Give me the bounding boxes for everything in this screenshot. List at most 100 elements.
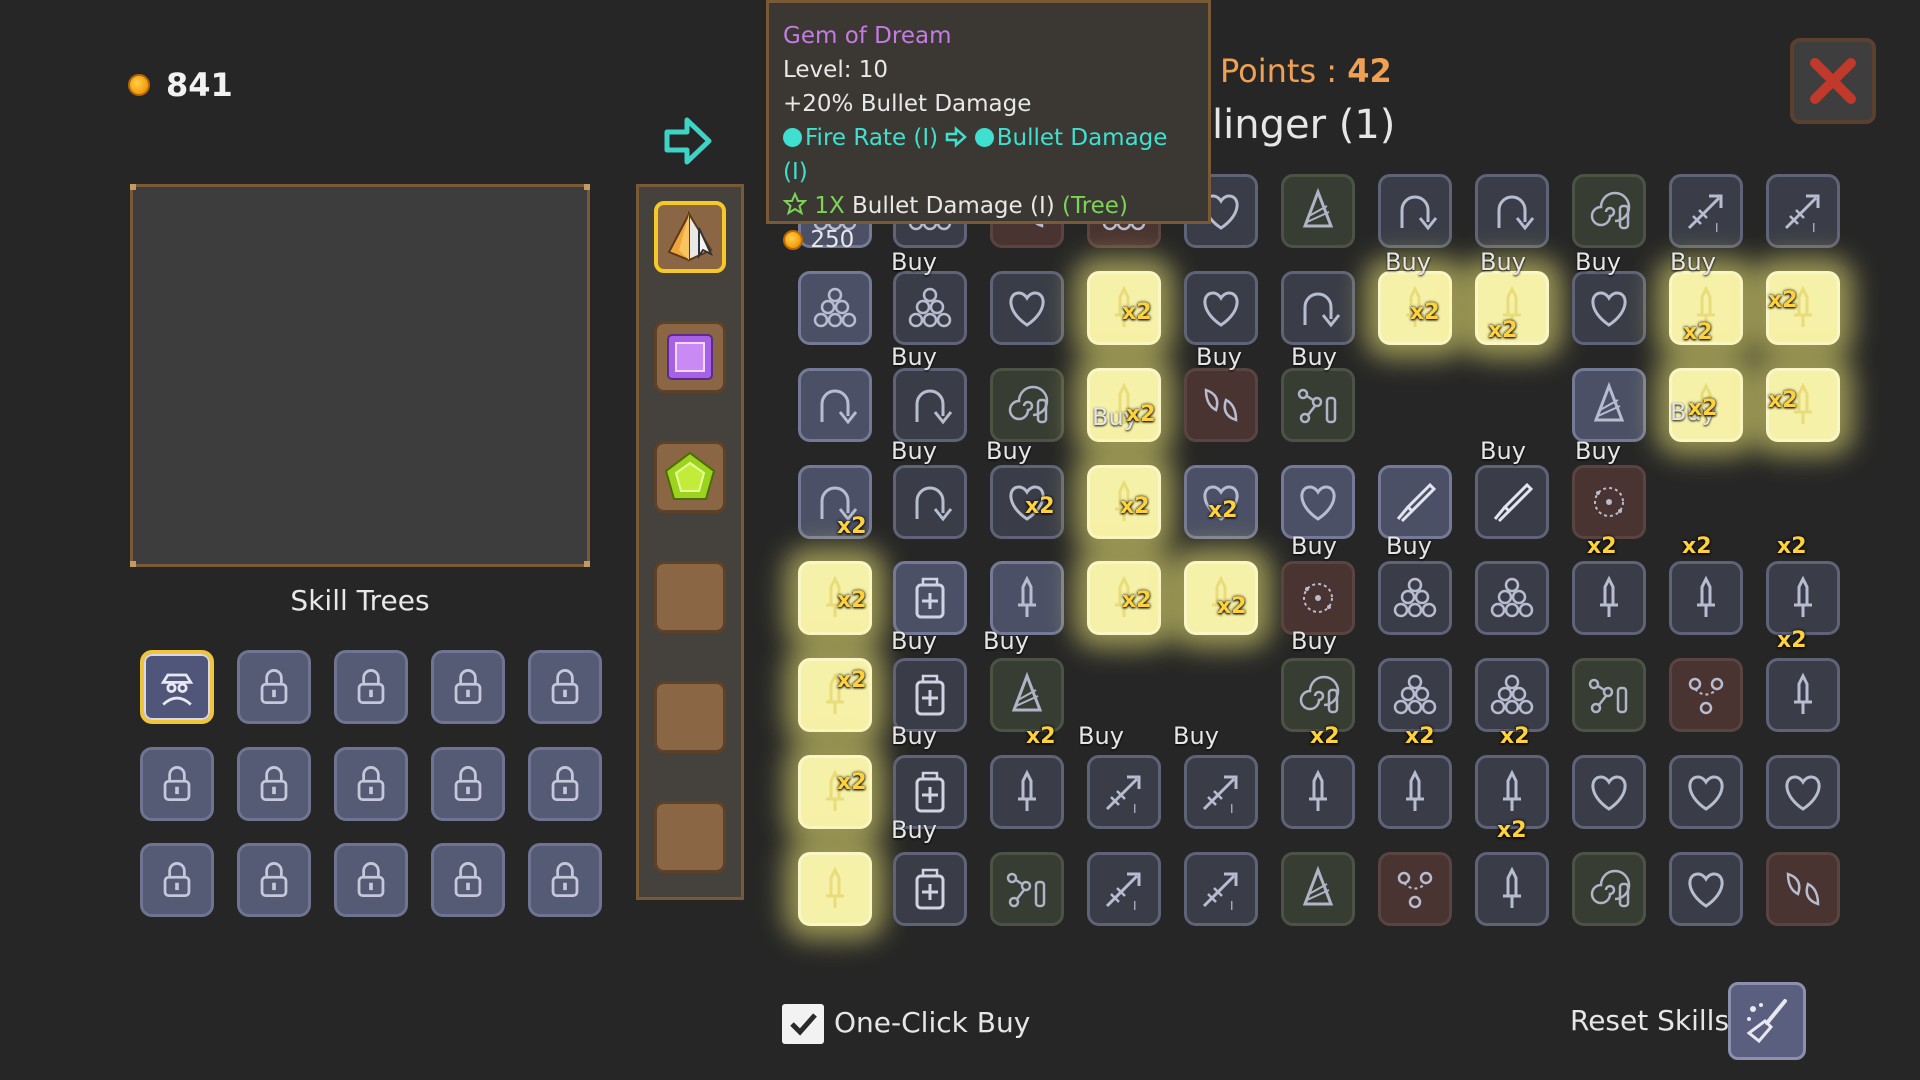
skill-node[interactable] bbox=[1184, 271, 1258, 345]
gem-slot-1[interactable] bbox=[654, 201, 726, 273]
skill-node[interactable] bbox=[1572, 465, 1646, 539]
gem-slot-3[interactable] bbox=[654, 441, 726, 513]
skill-tree-slot-locked[interactable] bbox=[334, 747, 408, 821]
skill-node[interactable] bbox=[990, 658, 1064, 732]
buy-label[interactable]: Buy bbox=[1269, 532, 1359, 560]
skill-node[interactable] bbox=[1475, 174, 1549, 248]
skill-node[interactable] bbox=[1766, 852, 1840, 926]
one-click-buy-checkbox[interactable] bbox=[782, 1004, 824, 1044]
skill-node[interactable] bbox=[1766, 658, 1840, 732]
skill-tree-slot-locked[interactable] bbox=[528, 747, 602, 821]
skill-node[interactable] bbox=[1184, 368, 1258, 442]
skill-node[interactable] bbox=[990, 271, 1064, 345]
skill-node[interactable] bbox=[893, 561, 967, 635]
skill-node[interactable]: I bbox=[1087, 755, 1161, 829]
skill-tree-slot-locked[interactable] bbox=[528, 843, 602, 917]
skill-node[interactable] bbox=[798, 368, 872, 442]
buy-label[interactable]: Buy bbox=[869, 437, 959, 465]
gem-slot-6[interactable] bbox=[654, 801, 726, 873]
buy-label[interactable]: Buy bbox=[1648, 248, 1738, 276]
skill-node[interactable] bbox=[893, 852, 967, 926]
skill-node[interactable] bbox=[1475, 465, 1549, 539]
skill-node[interactable] bbox=[1281, 658, 1355, 732]
skill-node[interactable] bbox=[798, 271, 872, 345]
skill-node[interactable]: I bbox=[1184, 755, 1258, 829]
skill-node[interactable] bbox=[1378, 755, 1452, 829]
skill-tree-slot-locked[interactable] bbox=[431, 747, 505, 821]
buy-label[interactable]: Buy bbox=[1151, 722, 1241, 750]
skill-node[interactable] bbox=[1572, 561, 1646, 635]
buy-label[interactable]: Buy bbox=[869, 627, 959, 655]
close-button[interactable] bbox=[1790, 38, 1876, 124]
skill-node[interactable] bbox=[1378, 561, 1452, 635]
skill-node[interactable] bbox=[1378, 174, 1452, 248]
buy-label[interactable]: Buy bbox=[1458, 437, 1548, 465]
skill-tree-slot-locked[interactable] bbox=[431, 650, 505, 724]
skill-node[interactable] bbox=[990, 852, 1064, 926]
buy-label[interactable]: Buy bbox=[1174, 343, 1264, 371]
reset-skills-button[interactable] bbox=[1728, 982, 1806, 1060]
buy-label[interactable]: Buy bbox=[1364, 532, 1454, 560]
skill-node[interactable] bbox=[893, 658, 967, 732]
skill-tree-slot-active[interactable] bbox=[140, 650, 214, 724]
skill-node[interactable] bbox=[1281, 271, 1355, 345]
skill-node[interactable] bbox=[1281, 561, 1355, 635]
buy-label[interactable]: Buy bbox=[1269, 343, 1359, 371]
skill-node[interactable] bbox=[1669, 852, 1743, 926]
buy-label[interactable]: Buy bbox=[869, 722, 959, 750]
buy-label[interactable]: Buy bbox=[869, 816, 959, 844]
buy-label[interactable]: Buy bbox=[1458, 248, 1548, 276]
skill-node[interactable] bbox=[798, 852, 872, 926]
skill-node[interactable] bbox=[990, 755, 1064, 829]
skill-node[interactable] bbox=[1572, 271, 1646, 345]
skill-node[interactable] bbox=[1475, 561, 1549, 635]
buy-label[interactable]: Buy bbox=[1269, 627, 1359, 655]
buy-label[interactable]: Buy bbox=[961, 627, 1051, 655]
skill-node[interactable] bbox=[1572, 174, 1646, 248]
skill-node[interactable] bbox=[893, 271, 967, 345]
skill-node[interactable] bbox=[1281, 465, 1355, 539]
buy-label[interactable]: Buy bbox=[1553, 248, 1643, 276]
buy-label[interactable]: Buy bbox=[1056, 722, 1146, 750]
skill-node[interactable] bbox=[1669, 755, 1743, 829]
buy-label[interactable]: Buy bbox=[869, 343, 959, 371]
skill-tree-slot-locked[interactable] bbox=[237, 747, 311, 821]
skill-node[interactable] bbox=[1378, 658, 1452, 732]
skill-node[interactable] bbox=[1766, 755, 1840, 829]
skill-node[interactable]: I bbox=[1184, 852, 1258, 926]
skill-node[interactable] bbox=[1572, 368, 1646, 442]
skill-node[interactable] bbox=[1475, 852, 1549, 926]
skill-node[interactable] bbox=[893, 368, 967, 442]
skill-node[interactable] bbox=[1572, 852, 1646, 926]
skill-node[interactable] bbox=[1669, 561, 1743, 635]
skill-node[interactable] bbox=[990, 561, 1064, 635]
skill-node[interactable] bbox=[1378, 465, 1452, 539]
skill-node[interactable] bbox=[1766, 561, 1840, 635]
buy-label[interactable]: Buy bbox=[1553, 437, 1643, 465]
buy-label[interactable]: Buy bbox=[1363, 248, 1453, 276]
skill-node[interactable] bbox=[1475, 658, 1549, 732]
gem-slot-2[interactable] bbox=[654, 321, 726, 393]
skill-node[interactable] bbox=[1281, 852, 1355, 926]
skill-node[interactable] bbox=[1572, 755, 1646, 829]
skill-node[interactable] bbox=[1281, 755, 1355, 829]
skill-node[interactable] bbox=[1281, 174, 1355, 248]
skill-node[interactable] bbox=[1669, 658, 1743, 732]
skill-tree-slot-locked[interactable] bbox=[528, 650, 602, 724]
skill-tree-slot-locked[interactable] bbox=[334, 843, 408, 917]
skill-tree-slot-locked[interactable] bbox=[334, 650, 408, 724]
skill-node[interactable]: I bbox=[1766, 174, 1840, 248]
skill-node[interactable] bbox=[893, 465, 967, 539]
skill-node[interactable] bbox=[990, 368, 1064, 442]
skill-tree-slot-locked[interactable] bbox=[431, 843, 505, 917]
skill-tree-slot-locked[interactable] bbox=[140, 747, 214, 821]
skill-tree-slot-locked[interactable] bbox=[237, 843, 311, 917]
skill-node[interactable]: I bbox=[1669, 174, 1743, 248]
gem-slot-4[interactable] bbox=[654, 561, 726, 633]
skill-node[interactable] bbox=[1572, 658, 1646, 732]
buy-label[interactable]: Buy bbox=[964, 437, 1054, 465]
skill-tree-slot-locked[interactable] bbox=[140, 843, 214, 917]
gem-slot-5[interactable] bbox=[654, 681, 726, 753]
skill-node[interactable] bbox=[1281, 368, 1355, 442]
skill-node[interactable]: I bbox=[1087, 852, 1161, 926]
